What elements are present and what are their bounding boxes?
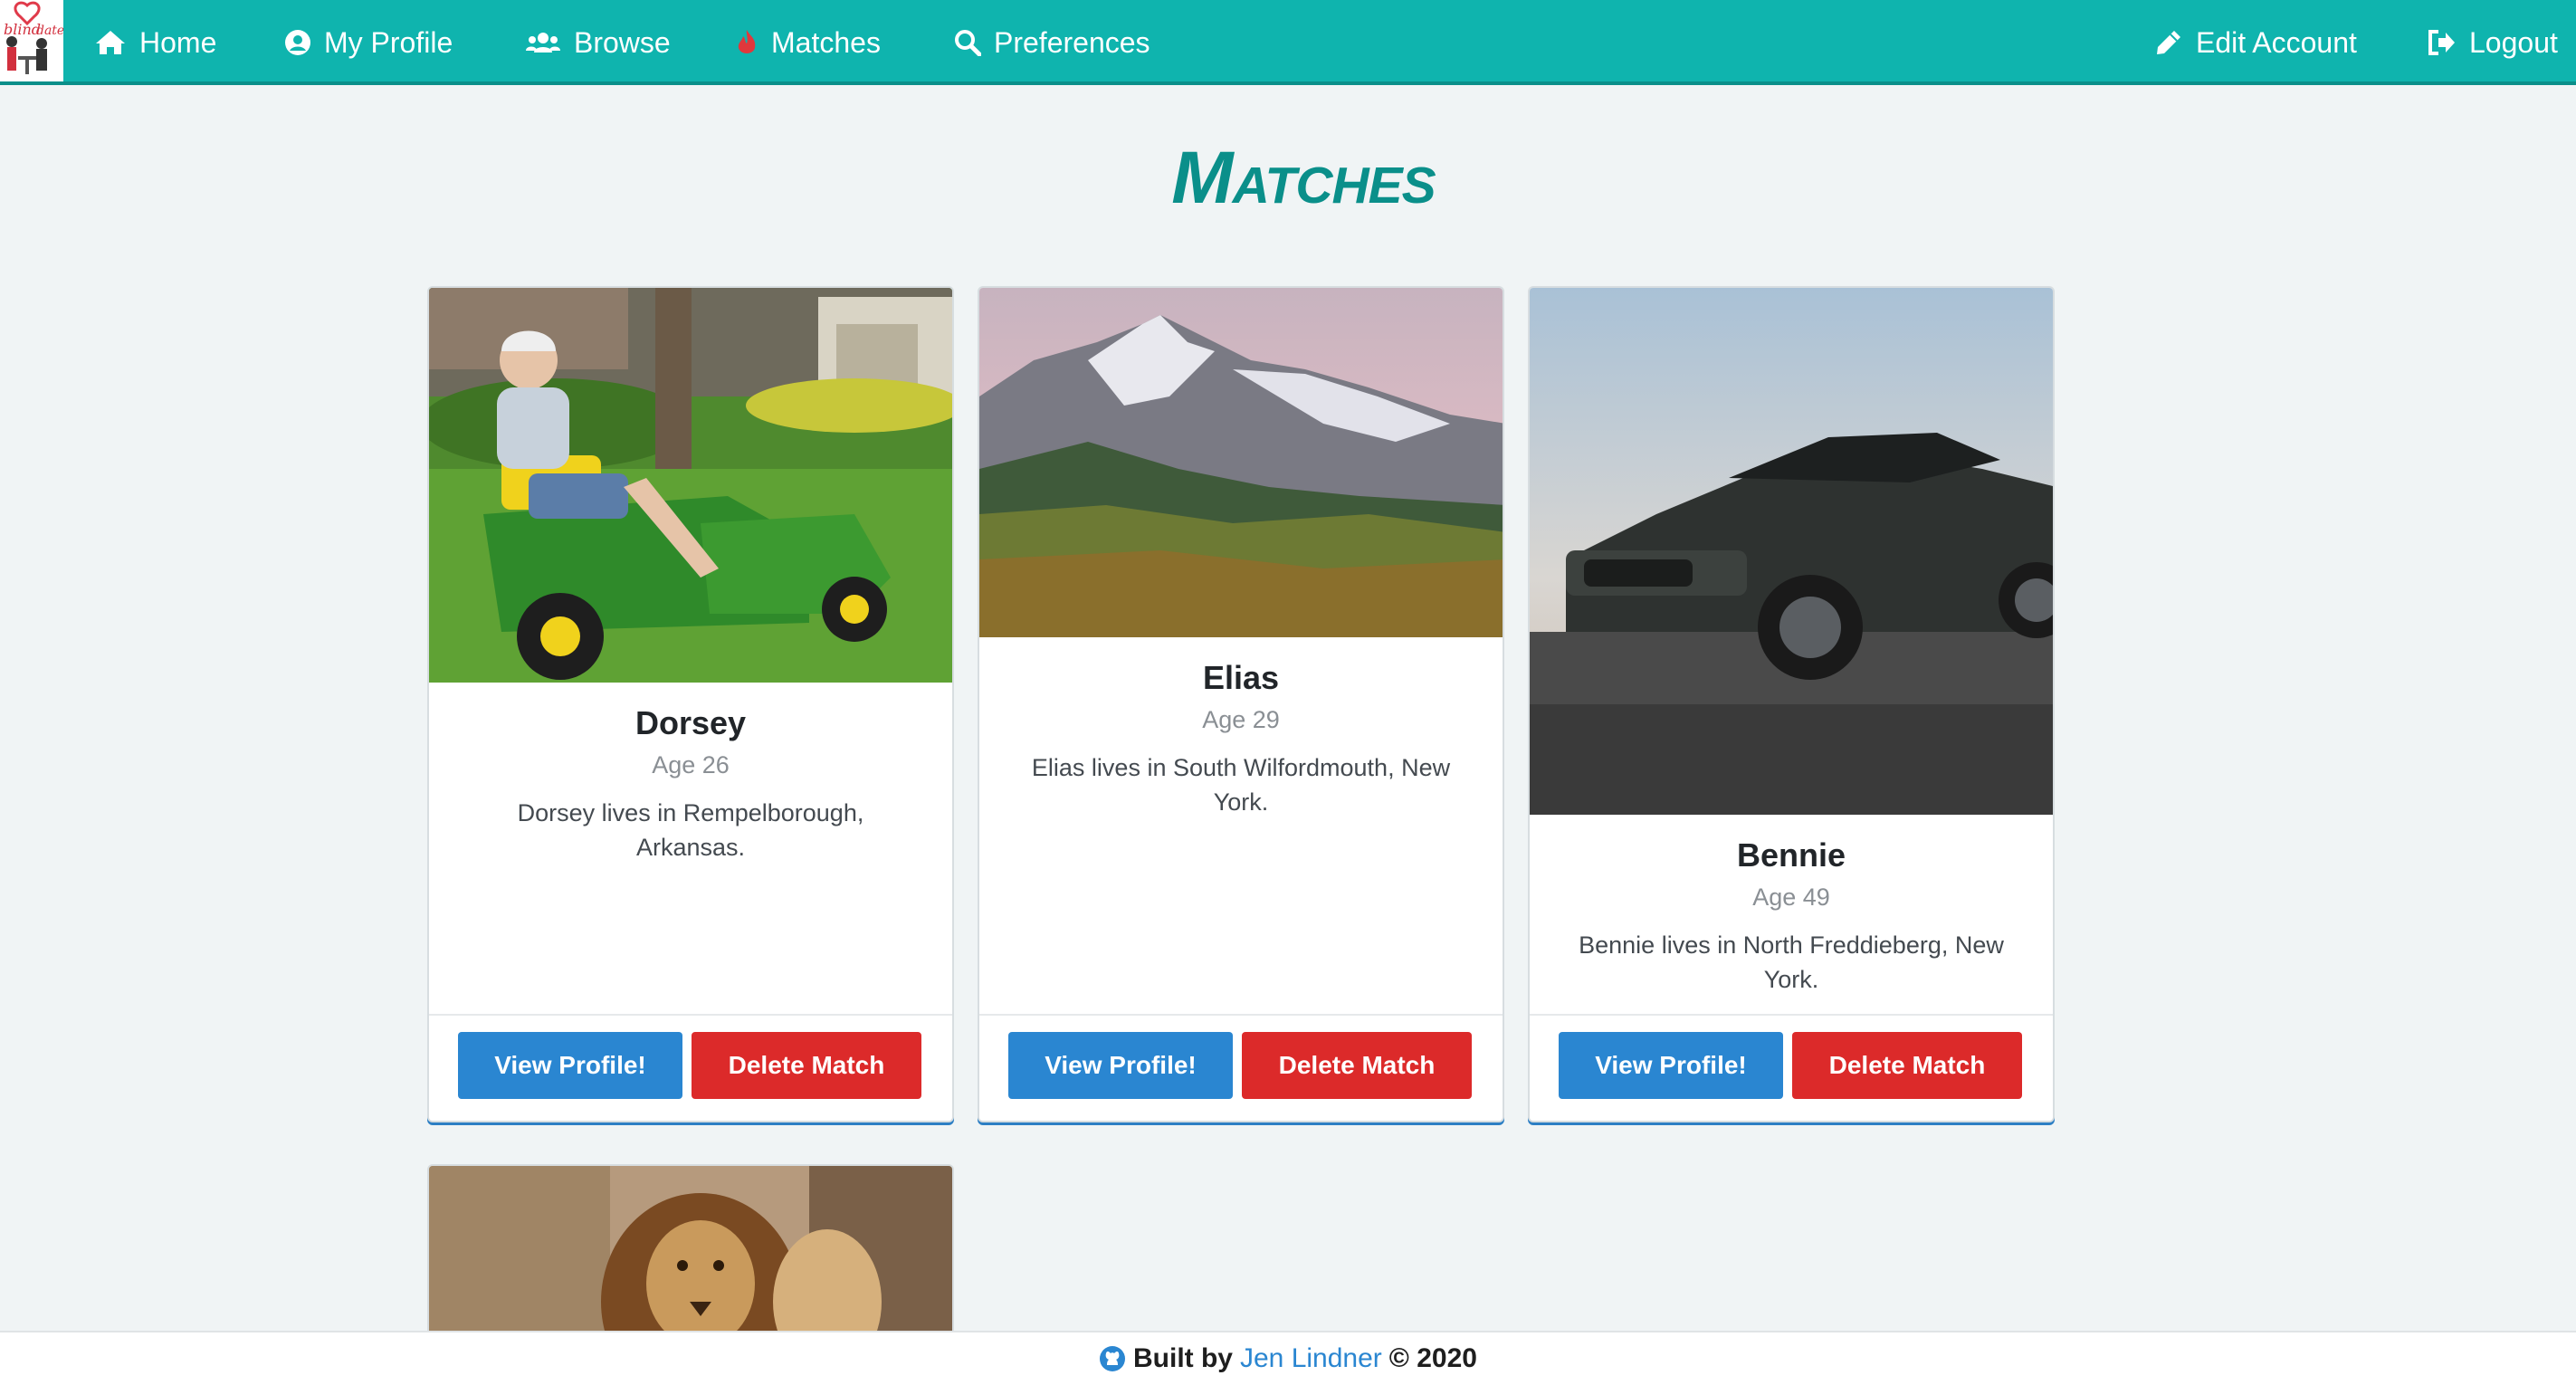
page-footer: Built by Jen Lindner © 2020 (0, 1331, 2576, 1385)
nav-logout[interactable]: Logout (2428, 0, 2558, 85)
match-location: Elias lives in South Wilfordmouth, New Y… (1031, 754, 1451, 816)
nav-my-profile[interactable]: My Profile (284, 0, 453, 85)
match-location: Bennie lives in North Freddieberg, New Y… (1579, 931, 2004, 993)
card-footer: View Profile! Delete Match (1530, 1014, 2053, 1121)
match-age: Age 29 (1202, 706, 1280, 733)
users-icon (526, 33, 560, 53)
delete-match-button[interactable]: Delete Match (1792, 1032, 2022, 1099)
nav-preferences[interactable]: Preferences (954, 0, 1150, 85)
delete-match-button[interactable]: Delete Match (1242, 1032, 1472, 1099)
nav-edit-account[interactable]: Edit Account (2154, 0, 2357, 85)
fire-icon (738, 30, 756, 53)
match-card-elias: Elias Age 29 Elias lives in South Wilfor… (978, 286, 1504, 1122)
nav-logout-label: Logout (2469, 26, 2558, 59)
delete-match-button[interactable]: Delete Match (692, 1032, 921, 1099)
footer-prefix: Built by (1133, 1343, 1233, 1373)
footer-author-link[interactable]: Jen Lindner (1240, 1343, 1382, 1374)
pencil-icon (2157, 31, 2180, 54)
nav-matches-label: Matches (771, 26, 881, 59)
car-photo (1530, 288, 2053, 815)
home-icon (96, 31, 125, 54)
view-profile-button[interactable]: View Profile! (458, 1032, 682, 1099)
view-profile-button[interactable]: View Profile! (1559, 1032, 1783, 1099)
match-name: Elias (1202, 659, 1280, 696)
match-card-dorsey: Dorsey Age 26 Dorsey lives in Rempelboro… (427, 286, 954, 1122)
user-circle-icon (285, 30, 310, 55)
match-name: Bennie (1736, 836, 1846, 874)
card-footer: View Profile! Delete Match (429, 1014, 952, 1121)
match-photo (979, 288, 1503, 637)
match-photo (429, 288, 952, 683)
svg-text:blind: blind (4, 21, 41, 38)
page-title: Matches (1171, 137, 1436, 219)
match-photo (1530, 288, 2053, 815)
card-footer: View Profile! Delete Match (979, 1014, 1503, 1121)
nav-matches[interactable]: Matches (735, 0, 881, 85)
nav-my-profile-label: My Profile (324, 26, 453, 59)
match-location: Dorsey lives in Rempelborough, Arkansas. (517, 799, 864, 861)
nav-edit-account-label: Edit Account (2196, 26, 2357, 59)
match-age: Age 49 (1752, 884, 1830, 911)
logo-icon: blind date (0, 0, 63, 81)
search-icon (955, 30, 981, 56)
mountain-photo (979, 288, 1503, 637)
nav-browse[interactable]: Browse (525, 0, 671, 85)
navbar: blind date Home My Profile Browse Matche… (0, 0, 2576, 85)
match-card-bennie: Bennie Age 49 Bennie lives in North Fred… (1528, 286, 2055, 1122)
match-age: Age 26 (652, 751, 730, 778)
nav-browse-label: Browse (574, 26, 671, 59)
svg-text:date: date (36, 24, 63, 38)
github-icon[interactable] (1099, 1345, 1126, 1372)
site-logo[interactable]: blind date (0, 0, 63, 81)
nav-home-label: Home (139, 26, 217, 59)
footer-copyright: © 2020 (1388, 1343, 1477, 1373)
view-profile-button[interactable]: View Profile! (1008, 1032, 1233, 1099)
logout-icon (2428, 30, 2455, 55)
match-name: Dorsey (634, 704, 747, 741)
lawn-mower-photo (429, 288, 952, 683)
nav-preferences-label: Preferences (994, 26, 1150, 59)
nav-home[interactable]: Home (94, 0, 216, 85)
